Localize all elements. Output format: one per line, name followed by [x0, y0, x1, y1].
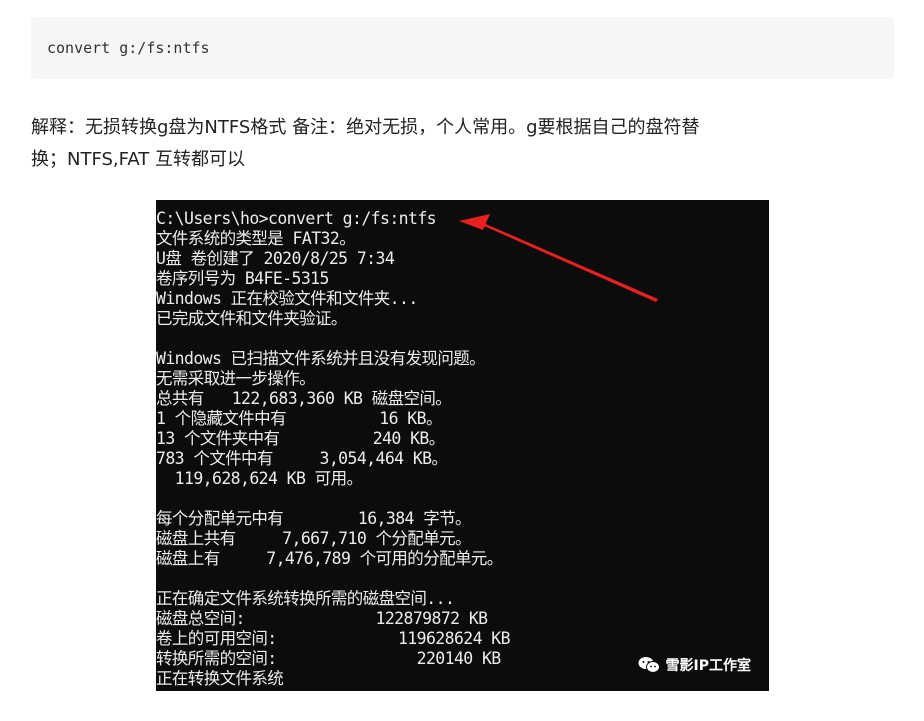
arrow-head: [459, 214, 490, 230]
console-screenshot: C:\Users\ho>convert g:/fs:ntfs 文件系统的类型是 F…: [156, 200, 769, 691]
explanation-line-2: 换；NTFS,FAT 互转都可以: [31, 149, 245, 170]
arrow-shaft: [472, 218, 658, 302]
explanation-paragraph: 解释：无损转换g盘为NTFS格式 备注：绝对无损，个人常用。g要根据自己的盘符替…: [31, 112, 781, 176]
watermark: 雪影IP工作室: [638, 655, 751, 675]
explanation-line-1: 解释：无损转换g盘为NTFS格式 备注：绝对无损，个人常用。g要根据自己的盘符替: [31, 117, 700, 138]
code-text: convert g:/fs:ntfs: [47, 39, 210, 57]
wechat-icon: [638, 657, 660, 673]
watermark-text: 雪影IP工作室: [665, 658, 751, 674]
code-block: convert g:/fs:ntfs: [31, 17, 894, 79]
red-arrow-icon: [459, 214, 658, 302]
